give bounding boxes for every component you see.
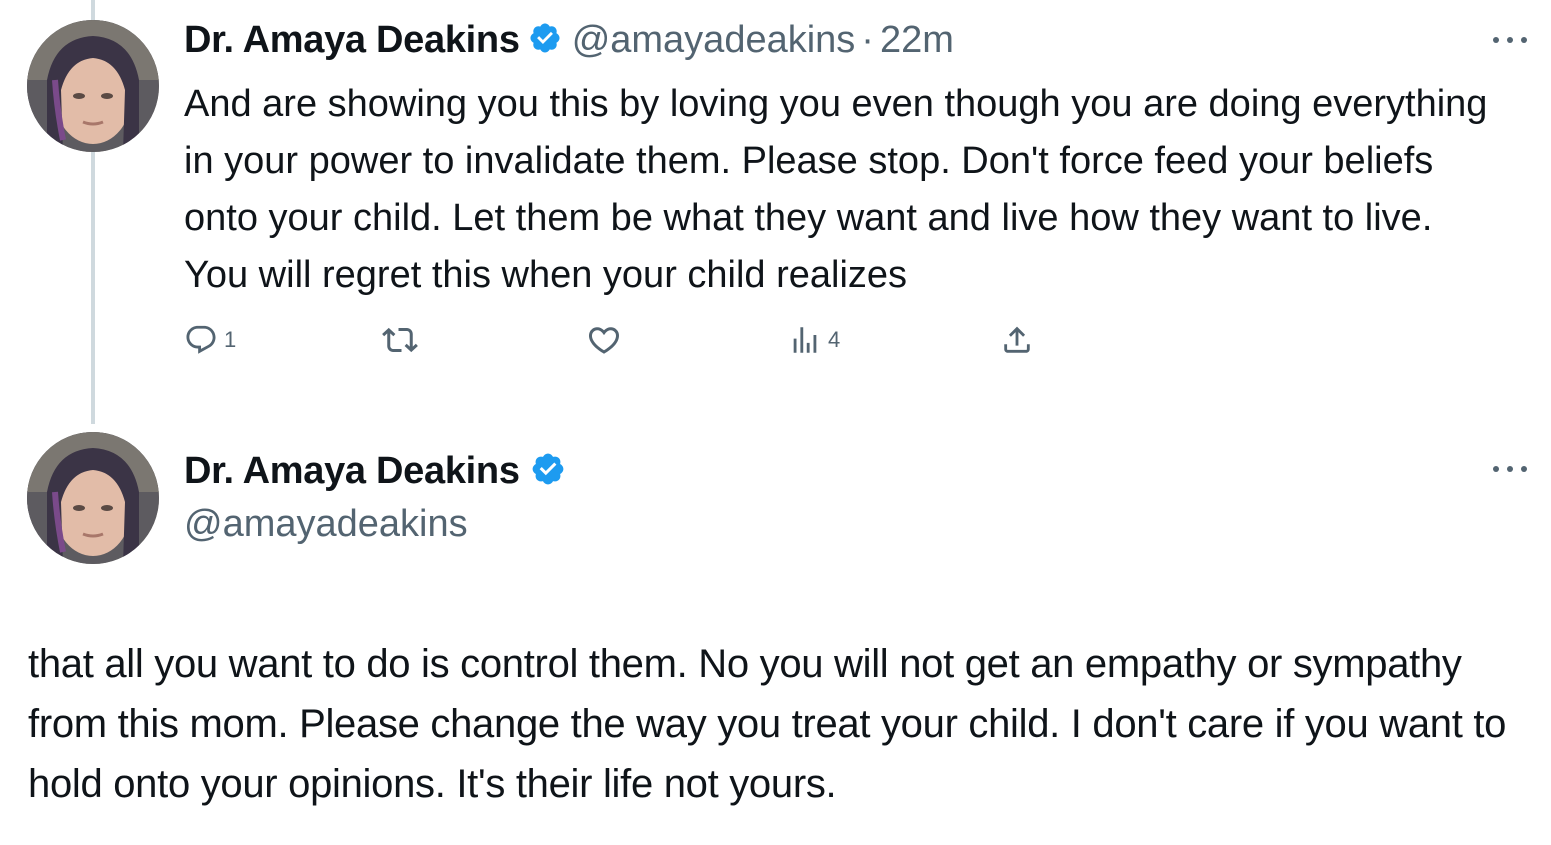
author-handle[interactable]: @amayadeakins <box>184 503 468 546</box>
author-name[interactable]: Dr. Amaya Deakins <box>184 450 520 493</box>
retweet-button[interactable] <box>382 318 418 362</box>
more-options-icon[interactable] <box>1493 466 1527 474</box>
views-count: 4 <box>828 327 841 352</box>
author-handle[interactable]: @amayadeakins <box>572 19 856 62</box>
heart-icon <box>586 322 622 358</box>
reply-button[interactable]: 1 <box>184 318 236 362</box>
retweet-icon <box>382 322 418 358</box>
share-button[interactable] <box>1000 318 1034 362</box>
author-avatar[interactable] <box>27 20 159 152</box>
author-avatar[interactable] <box>27 432 159 564</box>
more-options-icon[interactable] <box>1493 37 1527 45</box>
share-icon <box>1000 323 1034 357</box>
verified-badge-icon[interactable] <box>528 21 562 60</box>
reply-icon <box>184 323 218 357</box>
separator-dot: · <box>861 18 874 61</box>
like-button[interactable] <box>586 318 622 362</box>
tweet-text: And are showing you this by loving you e… <box>184 83 1488 296</box>
tweet-text: that all you want to do is control them.… <box>28 642 1507 806</box>
views-button[interactable]: 4 <box>788 318 840 362</box>
verified-badge-icon[interactable] <box>530 451 566 492</box>
timestamp[interactable]: 22m <box>880 19 954 62</box>
reply-count: 1 <box>224 327 237 352</box>
author-name[interactable]: Dr. Amaya Deakins <box>184 19 520 62</box>
views-icon <box>788 323 822 357</box>
